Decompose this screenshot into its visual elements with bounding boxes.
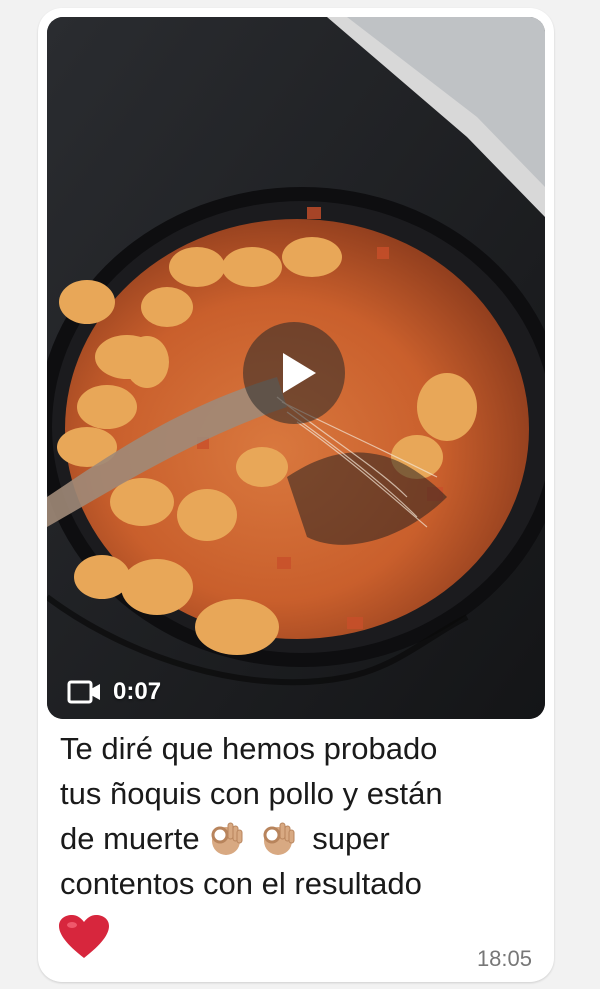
- caption-text: super: [312, 821, 390, 856]
- message-text: Te diré que hemos probado tus ñoquis con…: [60, 726, 530, 906]
- message-bubble[interactable]: 0:07 Te diré que hemos probado tus ñoqui…: [38, 8, 554, 982]
- video-thumbnail[interactable]: 0:07: [47, 17, 545, 719]
- red-heart-emoji: [59, 915, 109, 958]
- caption-text: de muerte: [60, 821, 200, 856]
- video-duration: 0:07: [113, 678, 162, 705]
- video-duration-badge: 0:07: [67, 675, 161, 709]
- ok-hand-emoji: [263, 822, 295, 855]
- ok-hand-emoji: [211, 822, 243, 855]
- caption-line: Te diré que hemos probado: [60, 731, 438, 766]
- play-button[interactable]: [243, 322, 345, 424]
- play-icon: [283, 353, 316, 393]
- caption-line-with-emoji: de muerte super: [60, 816, 530, 861]
- video-camera-icon: [67, 680, 100, 704]
- caption-line: tus ñoquis con pollo y están: [60, 776, 443, 811]
- message-timestamp: 18:05: [476, 946, 532, 971]
- caption-line: contentos con el resultado: [60, 866, 422, 901]
